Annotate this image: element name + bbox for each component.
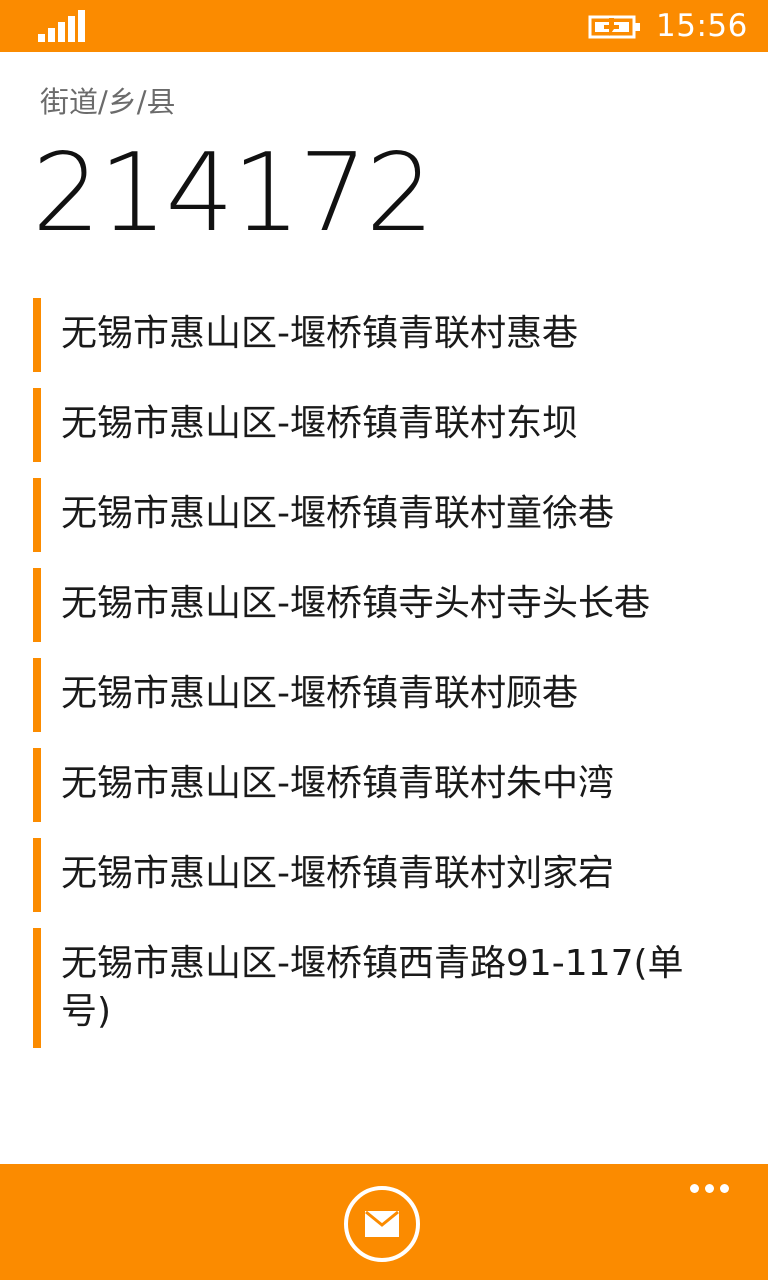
list-item-label: 无锡市惠山区-堰桥镇青联村童徐巷 bbox=[61, 493, 614, 534]
mail-icon bbox=[365, 1211, 399, 1237]
list-item[interactable]: 无锡市惠山区-堰桥镇青联村顾巷 bbox=[33, 658, 733, 732]
list-item[interactable]: 无锡市惠山区-堰桥镇青联村东坝 bbox=[33, 388, 733, 462]
category-label: 街道/乡/县 bbox=[40, 85, 176, 119]
list-item[interactable]: 无锡市惠山区-堰桥镇青联村童徐巷 bbox=[33, 478, 733, 552]
battery-charging-icon bbox=[588, 15, 640, 39]
list-item[interactable]: 无锡市惠山区-堰桥镇青联村朱中湾 bbox=[33, 748, 733, 822]
app-bar bbox=[0, 1164, 768, 1280]
list-item-label: 无锡市惠山区-堰桥镇青联村顾巷 bbox=[61, 673, 578, 714]
status-clock: 15:56 bbox=[656, 8, 748, 44]
list-item-label: 无锡市惠山区-堰桥镇青联村刘家宕 bbox=[61, 853, 614, 894]
list-item-label: 无锡市惠山区-堰桥镇青联村惠巷 bbox=[61, 313, 578, 354]
address-list: 无锡市惠山区-堰桥镇青联村惠巷 无锡市惠山区-堰桥镇青联村东坝 无锡市惠山区-堰… bbox=[33, 298, 733, 1074]
list-item-label: 无锡市惠山区-堰桥镇青联村东坝 bbox=[61, 403, 578, 444]
status-bar: 15:56 bbox=[0, 0, 768, 52]
send-mail-button[interactable] bbox=[344, 1186, 420, 1262]
list-item[interactable]: 无锡市惠山区-堰桥镇西青路91-117(单号) bbox=[33, 928, 733, 1048]
list-item[interactable]: 无锡市惠山区-堰桥镇青联村惠巷 bbox=[33, 298, 733, 372]
result-page: 街道/乡/县 214172 无锡市惠山区-堰桥镇青联村惠巷 无锡市惠山区-堰桥镇… bbox=[0, 52, 768, 1164]
list-item-label: 无锡市惠山区-堰桥镇西青路91-117(单号) bbox=[61, 943, 684, 1032]
list-item-label: 无锡市惠山区-堰桥镇寺头村寺头长巷 bbox=[61, 583, 650, 624]
list-item-label: 无锡市惠山区-堰桥镇青联村朱中湾 bbox=[61, 763, 614, 804]
signal-bars-icon bbox=[38, 10, 85, 42]
list-item[interactable]: 无锡市惠山区-堰桥镇寺头村寺头长巷 bbox=[33, 568, 733, 642]
postcode-title: 214172 bbox=[32, 131, 434, 256]
more-menu-button[interactable] bbox=[684, 1174, 734, 1202]
list-item[interactable]: 无锡市惠山区-堰桥镇青联村刘家宕 bbox=[33, 838, 733, 912]
